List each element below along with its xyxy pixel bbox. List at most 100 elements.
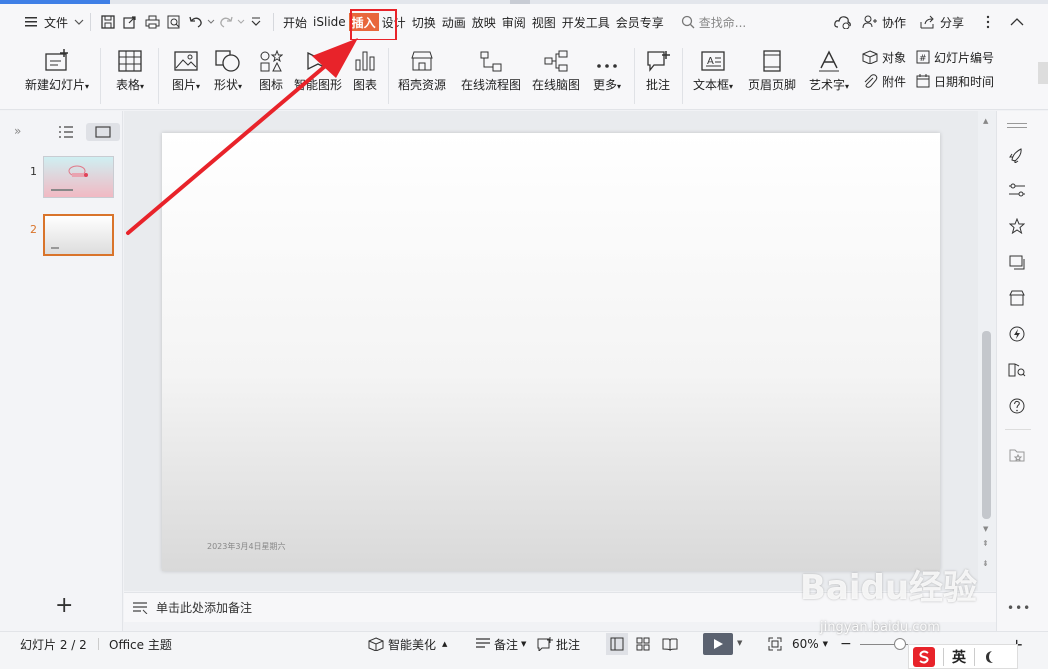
cloud-sync-button[interactable] xyxy=(834,4,852,40)
slide-date-placeholder[interactable]: 2023年3月4日星期六 xyxy=(207,541,286,552)
more-menu-button[interactable] xyxy=(986,4,990,40)
transition-pane-button[interactable] xyxy=(1007,252,1027,272)
reading-button[interactable] xyxy=(1007,360,1027,380)
scrollbar-thumb[interactable] xyxy=(982,331,991,519)
play-options-icon[interactable]: ▼ xyxy=(737,639,742,647)
chevron-up-small-icon: ▲ xyxy=(442,640,448,648)
slide-thumbnail-2[interactable] xyxy=(43,214,114,256)
object-button[interactable]: 对象 xyxy=(862,48,906,66)
sogou-ime-icon[interactable] xyxy=(913,646,935,667)
tab-islide[interactable]: iSlide xyxy=(310,4,349,40)
collapse-handle[interactable] xyxy=(1007,123,1027,124)
textbox-button[interactable]: A 文本框▾ xyxy=(688,40,738,110)
normal-view-button[interactable] xyxy=(606,633,628,655)
date-time-button[interactable]: 日期和时间 xyxy=(916,72,994,90)
more-options-icon[interactable]: ••• xyxy=(1007,601,1031,615)
tab-view[interactable]: 视图 xyxy=(529,4,559,40)
normal-view-icon xyxy=(610,637,624,651)
rocket-button[interactable] xyxy=(1007,145,1027,165)
picture-button[interactable]: 图片▾ xyxy=(166,40,206,110)
online-mindmap-label: 在线脑图 xyxy=(531,78,580,92)
notes-placeholder: 单击此处添加备注 xyxy=(156,601,253,615)
slide-number-button[interactable]: # 幻灯片编号 xyxy=(916,48,994,66)
divider xyxy=(100,48,101,104)
wordart-icon xyxy=(819,50,839,72)
wordart-button[interactable]: 艺术字▾ xyxy=(804,40,854,110)
scroll-up-icon[interactable]: ▲ xyxy=(983,117,988,125)
collaborate-button[interactable]: 协作 xyxy=(862,4,906,40)
expand-panel-icon[interactable]: » xyxy=(14,124,21,138)
undo-dropdown-icon[interactable] xyxy=(207,19,215,25)
flowchart-icon xyxy=(480,51,502,72)
comment-button[interactable]: 批注 xyxy=(640,40,676,110)
comment-label: 批注 xyxy=(645,78,670,92)
undo-button[interactable] xyxy=(185,4,207,40)
picture-label: 图片 xyxy=(171,78,196,92)
new-slide-button[interactable]: 新建幻灯片▾ xyxy=(20,40,94,110)
system-tray: 英 xyxy=(908,644,1018,669)
adjust-button[interactable] xyxy=(1007,180,1027,200)
print-icon xyxy=(145,15,160,29)
prev-slide-icon[interactable]: ⇞ xyxy=(982,539,989,548)
more-button[interactable]: 更多▾ xyxy=(588,40,626,110)
notes-toggle-button[interactable]: 备注 ▼ xyxy=(475,632,526,656)
file-menu[interactable]: 文件 xyxy=(24,4,84,40)
print-button[interactable] xyxy=(141,4,163,40)
scroll-down-icon[interactable]: ▼ xyxy=(983,525,988,533)
save-button[interactable] xyxy=(97,4,119,40)
collapse-ribbon-button[interactable] xyxy=(1010,4,1024,40)
tab-animation[interactable]: 动画 xyxy=(439,4,469,40)
daoke-resources-button[interactable]: 稻壳资源 xyxy=(394,40,450,110)
vertical-scrollbar[interactable]: ▲ ▼ ⇞ ⇟ xyxy=(978,111,996,591)
tab-transition[interactable]: 切换 xyxy=(409,4,439,40)
ime-language[interactable]: 英 xyxy=(952,647,966,667)
print-preview-button[interactable] xyxy=(163,4,185,40)
more-label: 更多 xyxy=(592,78,617,92)
calendar-icon xyxy=(916,74,930,88)
customize-toolbar-button[interactable] xyxy=(245,4,267,40)
tab-slideshow[interactable]: 放映 xyxy=(469,4,499,40)
outline-view-button[interactable] xyxy=(58,126,74,141)
table-button[interactable]: 表格▾ xyxy=(110,40,150,110)
slides-panel: » 1 2 + xyxy=(0,111,123,631)
slide-view-button[interactable] xyxy=(86,123,120,141)
smart-beautify-button[interactable]: 智能美化 ▲ xyxy=(368,632,447,656)
help-button[interactable] xyxy=(1007,396,1027,416)
zoom-slider-handle[interactable] xyxy=(894,638,906,650)
comments-toggle-button[interactable]: 批注 xyxy=(537,632,580,656)
tab-home[interactable]: 开始 xyxy=(280,4,310,40)
slide-thumbnail-1[interactable] xyxy=(43,156,114,198)
header-footer-button[interactable]: 页眉页脚 xyxy=(746,40,798,110)
slide-sorter-button[interactable] xyxy=(636,637,650,654)
collaborate-label: 协作 xyxy=(882,15,907,30)
smartart-button[interactable]: 智能图形 xyxy=(290,40,346,110)
play-slideshow-button[interactable] xyxy=(703,633,733,655)
quick-action-button[interactable] xyxy=(1007,324,1027,344)
command-search[interactable]: 查找命... xyxy=(681,14,746,31)
attachment-button[interactable]: 附件 xyxy=(862,72,906,90)
online-flowchart-button[interactable]: 在线流程图 xyxy=(458,40,524,110)
tab-member[interactable]: 会员专享 xyxy=(613,4,667,40)
icon-library-button[interactable]: 图标 xyxy=(253,40,289,110)
add-slide-button[interactable]: + xyxy=(55,595,73,617)
moon-icon[interactable] xyxy=(983,650,997,664)
zoom-out-button[interactable]: − xyxy=(840,632,852,656)
theme-name[interactable]: Office 主题 xyxy=(109,632,172,656)
redo-button[interactable] xyxy=(215,4,237,40)
tab-review[interactable]: 审阅 xyxy=(499,4,529,40)
export-button[interactable] xyxy=(119,4,141,40)
chart-button[interactable]: 图表 xyxy=(348,40,382,110)
resources-pane-button[interactable] xyxy=(1007,288,1027,308)
online-mindmap-button[interactable]: 在线脑图 xyxy=(528,40,584,110)
animation-pane-button[interactable] xyxy=(1007,216,1027,236)
reading-view-button[interactable] xyxy=(662,637,678,654)
fit-window-button[interactable] xyxy=(768,637,782,654)
tab-developer[interactable]: 开发工具 xyxy=(559,4,613,40)
zoom-level[interactable]: 60% ▼ xyxy=(792,632,828,656)
favorites-button[interactable] xyxy=(1007,445,1027,465)
redo-dropdown-icon[interactable] xyxy=(237,19,245,25)
shape-button[interactable]: 形状▾ xyxy=(208,40,248,110)
ribbon-overflow[interactable] xyxy=(1028,58,1048,88)
share-button[interactable]: 分享 xyxy=(920,4,964,40)
current-slide[interactable]: 2023年3月4日星期六 xyxy=(162,133,940,571)
